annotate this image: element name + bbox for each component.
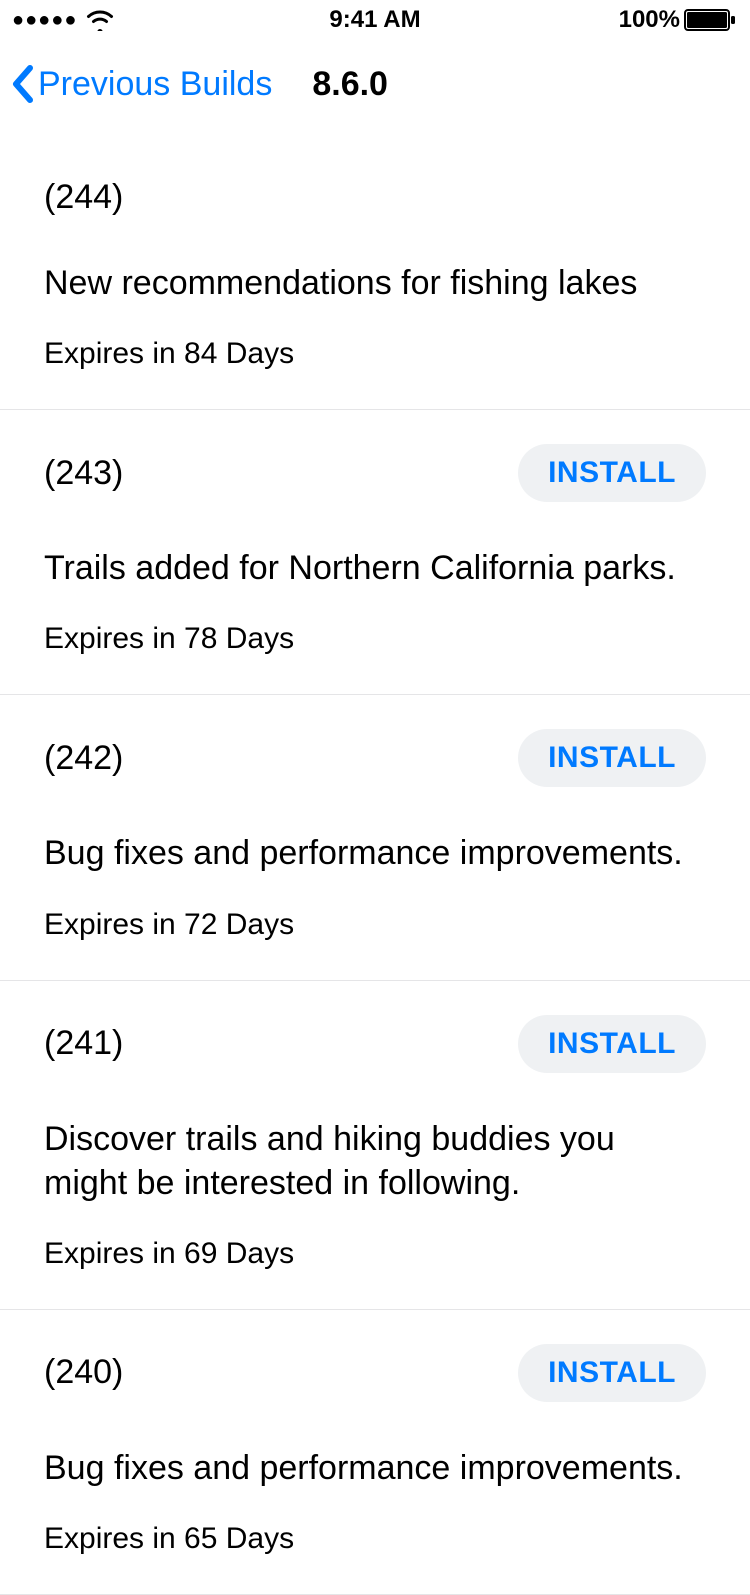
back-label: Previous Builds xyxy=(38,65,272,104)
build-header: (243) INSTALL xyxy=(44,444,706,502)
battery-icon xyxy=(684,9,738,31)
page-title: 8.6.0 xyxy=(312,65,388,104)
build-row[interactable]: (241) INSTALL Discover trails and hiking b… xyxy=(0,981,750,1310)
build-number: (244) xyxy=(44,178,123,217)
build-expires: Expires in 78 Days xyxy=(44,622,706,656)
build-header: (241) INSTALL xyxy=(44,1015,706,1073)
install-button[interactable]: INSTALL xyxy=(518,729,706,787)
build-list[interactable]: (244) New recommendations for fishing lak… xyxy=(0,128,750,1595)
status-bar: ●●●●● 9:41 AM 100% xyxy=(0,0,750,40)
build-description: Discover trails and hiking buddies you m… xyxy=(44,1117,706,1205)
build-expires: Expires in 65 Days xyxy=(44,1522,706,1556)
status-time: 9:41 AM xyxy=(329,6,420,34)
nav-bar: Previous Builds 8.6.0 xyxy=(0,40,750,128)
build-number: (241) xyxy=(44,1024,123,1063)
build-description: Bug fixes and performance improvements. xyxy=(44,831,706,875)
build-row[interactable]: (242) INSTALL Bug fixes and performance im… xyxy=(0,695,750,980)
build-header: (240) INSTALL xyxy=(44,1344,706,1402)
install-button[interactable]: INSTALL xyxy=(518,444,706,502)
build-number: (242) xyxy=(44,739,123,778)
build-description: Bug fixes and performance improvements. xyxy=(44,1446,706,1490)
build-row[interactable]: (243) INSTALL Trails added for Northern Ca… xyxy=(0,410,750,695)
build-description: New recommendations for fishing lakes xyxy=(44,261,706,305)
build-expires: Expires in 84 Days xyxy=(44,337,706,371)
build-header: (244) xyxy=(44,178,706,217)
battery-percent: 100% xyxy=(619,6,680,34)
build-expires: Expires in 69 Days xyxy=(44,1237,706,1271)
wifi-icon xyxy=(85,9,115,31)
status-right: 100% xyxy=(619,6,738,34)
build-number: (240) xyxy=(44,1353,123,1392)
install-button[interactable]: INSTALL xyxy=(518,1015,706,1073)
build-number: (243) xyxy=(44,454,123,493)
back-button[interactable]: Previous Builds xyxy=(10,64,272,104)
install-button[interactable]: INSTALL xyxy=(518,1344,706,1402)
build-row[interactable]: (244) New recommendations for fishing lak… xyxy=(0,128,750,410)
status-left: ●●●●● xyxy=(12,9,115,32)
build-description: Trails added for Northern California par… xyxy=(44,546,706,590)
build-expires: Expires in 72 Days xyxy=(44,908,706,942)
signal-dots-icon: ●●●●● xyxy=(12,9,77,32)
chevron-left-icon xyxy=(10,64,36,104)
build-header: (242) INSTALL xyxy=(44,729,706,787)
build-row[interactable]: (240) INSTALL Bug fixes and performance im… xyxy=(0,1310,750,1595)
